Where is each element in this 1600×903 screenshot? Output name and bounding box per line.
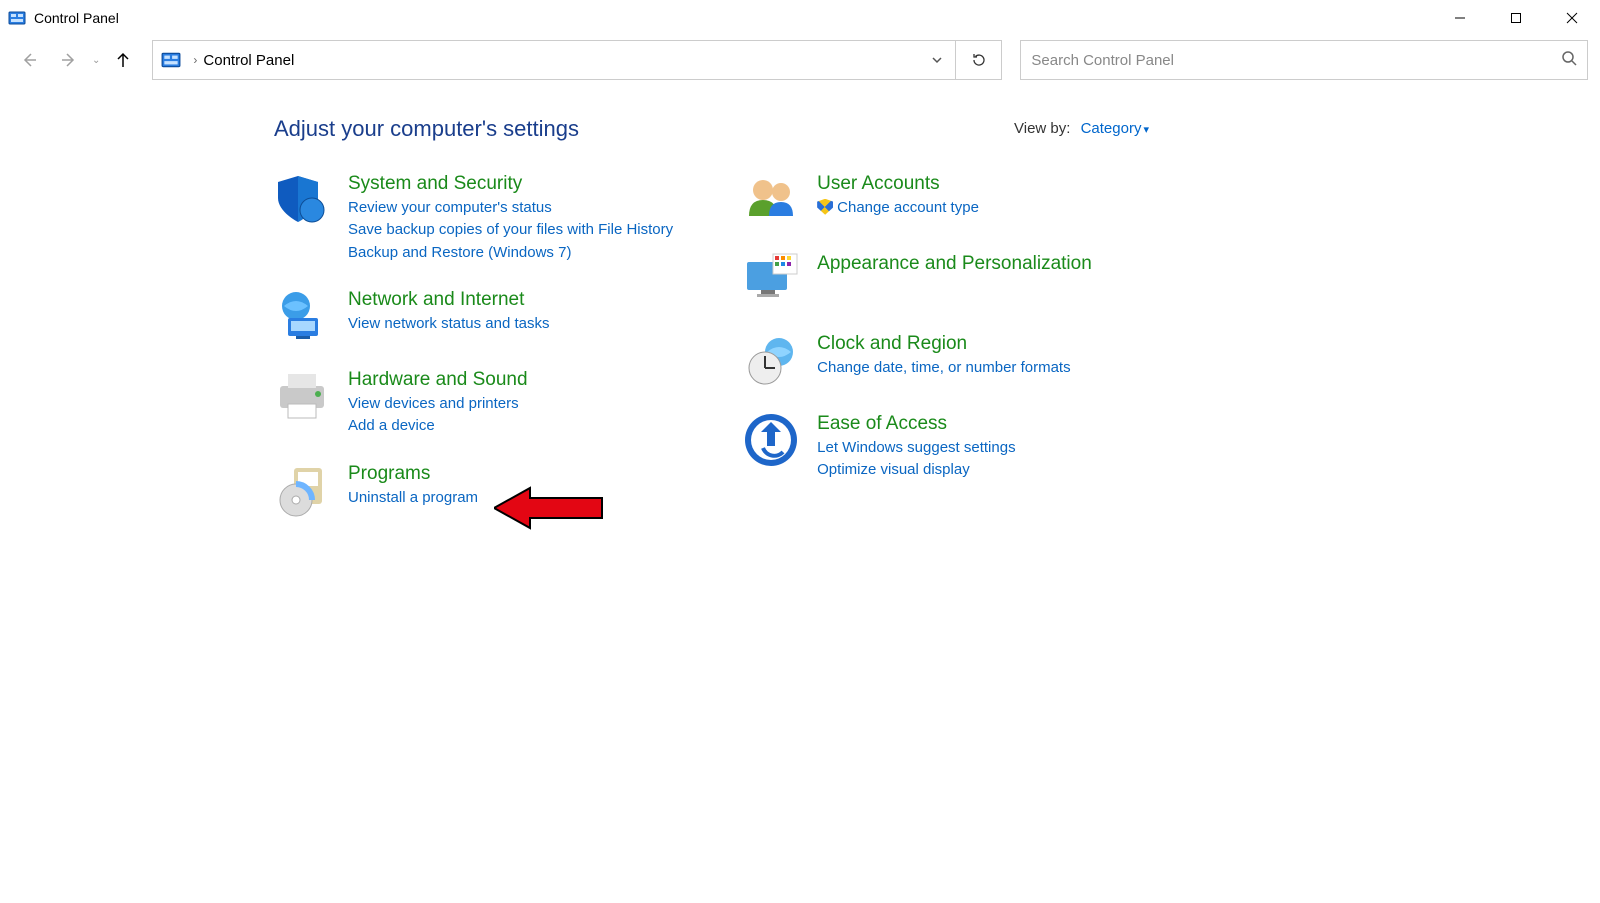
disc-box-icon[interactable]: [274, 462, 330, 518]
window-controls: [1432, 0, 1600, 36]
category-link[interactable]: Review your computer's status: [348, 197, 673, 220]
category-title[interactable]: Programs: [348, 462, 478, 487]
category-hardware-sound: Hardware and Sound View devices and prin…: [274, 368, 673, 438]
breadcrumb-location[interactable]: Control Panel: [203, 52, 919, 69]
globe-network-icon[interactable]: [274, 288, 330, 344]
view-by-label: View by:: [1014, 120, 1070, 137]
category-link[interactable]: Save backup copies of your files with Fi…: [348, 219, 673, 242]
titlebar: Control Panel: [0, 0, 1600, 36]
shield-icon[interactable]: [274, 172, 330, 228]
category-title[interactable]: System and Security: [348, 172, 673, 197]
category-column-1: System and Security Review your computer…: [274, 172, 673, 518]
up-button[interactable]: [106, 43, 140, 77]
view-by-value[interactable]: Category: [1081, 120, 1142, 137]
category-user-accounts: User Accounts Change account type: [743, 172, 1092, 228]
view-by: View by: Category▾: [1014, 120, 1149, 137]
content-area: Adjust your computer's settings View by:…: [0, 84, 1600, 518]
category-system-security: System and Security Review your computer…: [274, 172, 673, 264]
forward-button[interactable]: [52, 43, 86, 77]
chevron-down-icon[interactable]: ▾: [1143, 124, 1149, 136]
titlebar-left: Control Panel: [8, 9, 119, 27]
back-button[interactable]: [12, 43, 46, 77]
category-title[interactable]: Ease of Access: [817, 412, 1015, 437]
category-link[interactable]: Let Windows suggest settings: [817, 437, 1015, 460]
address-bar[interactable]: › Control Panel: [152, 40, 1002, 80]
category-link[interactable]: Add a device: [348, 415, 528, 438]
page-heading: Adjust your computer's settings: [274, 116, 1600, 142]
category-link-change-account-type[interactable]: Change account type: [817, 197, 979, 220]
category-title[interactable]: Hardware and Sound: [348, 368, 528, 393]
window-title: Control Panel: [34, 10, 119, 26]
search-box[interactable]: [1020, 40, 1588, 80]
category-columns: System and Security Review your computer…: [274, 172, 1600, 518]
category-clock-region: Clock and Region Change date, time, or n…: [743, 332, 1092, 388]
category-link[interactable]: View devices and printers: [348, 393, 528, 416]
category-link[interactable]: View network status and tasks: [348, 313, 550, 336]
category-title[interactable]: Appearance and Personalization: [817, 252, 1092, 277]
category-appearance-personalization: Appearance and Personalization: [743, 252, 1092, 308]
category-link-uninstall-program[interactable]: Uninstall a program: [348, 487, 478, 510]
users-icon[interactable]: [743, 172, 799, 228]
minimize-button[interactable]: [1432, 0, 1488, 36]
category-programs: Programs Uninstall a program: [274, 462, 673, 518]
category-link[interactable]: Optimize visual display: [817, 459, 1015, 482]
control-panel-icon: [161, 50, 181, 70]
monitor-palette-icon[interactable]: [743, 252, 799, 308]
category-title[interactable]: Network and Internet: [348, 288, 550, 313]
close-button[interactable]: [1544, 0, 1600, 36]
clock-globe-icon[interactable]: [743, 332, 799, 388]
search-icon[interactable]: [1561, 50, 1577, 71]
refresh-button[interactable]: [955, 41, 1001, 79]
toolbar: ⌄ › Control Panel: [0, 36, 1600, 84]
maximize-button[interactable]: [1488, 0, 1544, 36]
category-ease-of-access: Ease of Access Let Windows suggest setti…: [743, 412, 1092, 482]
category-link[interactable]: Backup and Restore (Windows 7): [348, 242, 673, 265]
category-title[interactable]: Clock and Region: [817, 332, 1070, 357]
category-link[interactable]: Change date, time, or number formats: [817, 357, 1070, 380]
ease-of-access-icon[interactable]: [743, 412, 799, 468]
address-dropdown[interactable]: [919, 41, 955, 79]
control-panel-icon: [8, 9, 26, 27]
search-input[interactable]: [1031, 52, 1561, 69]
recent-locations-caret[interactable]: ⌄: [92, 55, 100, 66]
printer-icon[interactable]: [274, 368, 330, 424]
red-arrow-annotation: [494, 486, 604, 535]
category-column-2: User Accounts Change account type Appear…: [743, 172, 1092, 518]
category-network-internet: Network and Internet View network status…: [274, 288, 673, 344]
breadcrumb-chevron-icon[interactable]: ›: [193, 53, 197, 67]
category-title[interactable]: User Accounts: [817, 172, 979, 197]
